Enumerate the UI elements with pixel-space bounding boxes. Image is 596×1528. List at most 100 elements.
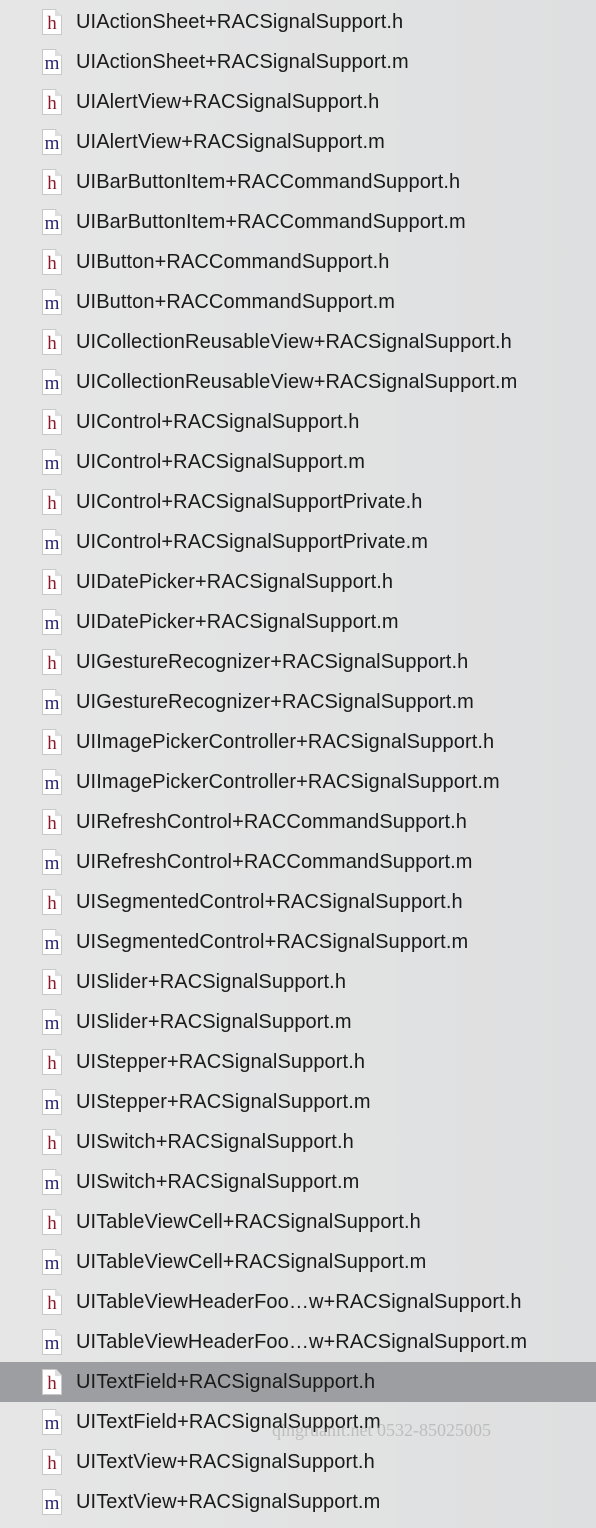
- header-file-icon: h: [42, 489, 62, 515]
- file-row[interactable]: h UITableViewCell+RACSignalSupport.h: [0, 1202, 596, 1242]
- file-row[interactable]: h UIStepper+RACSignalSupport.h: [0, 1042, 596, 1082]
- file-name: UIButton+RACCommandSupport.h: [76, 250, 390, 273]
- header-file-icon: h: [42, 1209, 62, 1235]
- file-name: UITextView+RACSignalSupport.m: [76, 1490, 381, 1513]
- implementation-file-icon: m: [42, 1249, 62, 1275]
- header-file-icon: h: [42, 9, 62, 35]
- file-row[interactable]: m UIRefreshControl+RACCommandSupport.m: [0, 842, 596, 882]
- file-row[interactable]: m UIStepper+RACSignalSupport.m: [0, 1082, 596, 1122]
- file-row[interactable]: m UISegmentedControl+RACSignalSupport.m: [0, 922, 596, 962]
- header-file-icon: h: [42, 249, 62, 275]
- file-row[interactable]: m UIControl+RACSignalSupport.m: [0, 442, 596, 482]
- implementation-file-icon: m: [42, 1009, 62, 1035]
- file-row[interactable]: h UIRefreshControl+RACCommandSupport.h: [0, 802, 596, 842]
- file-row[interactable]: m UICollectionReusableView+RACSignalSuppo…: [0, 362, 596, 402]
- file-name: UIRefreshControl+RACCommandSupport.m: [76, 850, 473, 873]
- file-name: UISegmentedControl+RACSignalSupport.h: [76, 890, 463, 913]
- header-file-icon: h: [42, 1049, 62, 1075]
- header-file-icon: h: [42, 169, 62, 195]
- file-name: UIGestureRecognizer+RACSignalSupport.h: [76, 650, 469, 673]
- file-name: UIActionSheet+RACSignalSupport.h: [76, 10, 404, 33]
- file-row[interactable]: m UITextView+RACSignalSupport.m: [0, 1482, 596, 1522]
- file-row[interactable]: h UISlider+RACSignalSupport.h: [0, 962, 596, 1002]
- file-name: UITextView+RACSignalSupport.h: [76, 1450, 375, 1473]
- header-file-icon: h: [42, 729, 62, 755]
- implementation-file-icon: m: [42, 1089, 62, 1115]
- file-name: UIControl+RACSignalSupport.h: [76, 410, 360, 433]
- file-name: UISlider+RACSignalSupport.h: [76, 970, 347, 993]
- file-name: UITableViewHeaderFoo…w+RACSignalSupport.…: [76, 1330, 528, 1353]
- file-row[interactable]: m UISlider+RACSignalSupport.m: [0, 1002, 596, 1042]
- implementation-file-icon: m: [42, 49, 62, 75]
- file-row[interactable]: h UIGestureRecognizer+RACSignalSupport.h: [0, 642, 596, 682]
- file-name: UISwitch+RACSignalSupport.h: [76, 1130, 354, 1153]
- header-file-icon: h: [42, 329, 62, 355]
- file-row[interactable]: m UIImagePickerController+RACSignalSuppor…: [0, 762, 596, 802]
- file-row[interactable]: m UIGestureRecognizer+RACSignalSupport.m: [0, 682, 596, 722]
- implementation-file-icon: m: [42, 1329, 62, 1355]
- file-row[interactable]: h UIControl+RACSignalSupport.h: [0, 402, 596, 442]
- file-row[interactable]: h UIControl+RACSignalSupportPrivate.h: [0, 482, 596, 522]
- file-name: UISegmentedControl+RACSignalSupport.m: [76, 930, 469, 953]
- file-row[interactable]: m UITableViewCell+RACSignalSupport.m: [0, 1242, 596, 1282]
- file-name: UITableViewCell+RACSignalSupport.h: [76, 1210, 421, 1233]
- file-name: UIControl+RACSignalSupportPrivate.m: [76, 530, 428, 553]
- file-row[interactable]: h UICollectionReusableView+RACSignalSuppo…: [0, 322, 596, 362]
- header-file-icon: h: [42, 1129, 62, 1155]
- file-name: UIActionSheet+RACSignalSupport.m: [76, 50, 409, 73]
- file-row[interactable]: h UIBarButtonItem+RACCommandSupport.h: [0, 162, 596, 202]
- file-row[interactable]: m UIBarButtonItem+RACCommandSupport.m: [0, 202, 596, 242]
- header-file-icon: h: [42, 969, 62, 995]
- file-row[interactable]: m UIControl+RACSignalSupportPrivate.m: [0, 522, 596, 562]
- header-file-icon: h: [42, 1449, 62, 1475]
- implementation-file-icon: m: [42, 1169, 62, 1195]
- header-file-icon: h: [42, 89, 62, 115]
- implementation-file-icon: m: [42, 1489, 62, 1515]
- file-row[interactable]: h UIDatePicker+RACSignalSupport.h: [0, 562, 596, 602]
- file-row[interactable]: h UISegmentedControl+RACSignalSupport.h: [0, 882, 596, 922]
- implementation-file-icon: m: [42, 1409, 62, 1435]
- implementation-file-icon: m: [42, 449, 62, 475]
- file-name: UIControl+RACSignalSupportPrivate.h: [76, 490, 423, 513]
- file-row[interactable]: m UIActionSheet+RACSignalSupport.m: [0, 42, 596, 82]
- watermark: qingruanit.net 0532-85025005: [272, 1420, 491, 1440]
- file-row[interactable]: h UITextField+RACSignalSupport.h: [0, 1362, 596, 1402]
- implementation-file-icon: m: [42, 289, 62, 315]
- file-name: UIBarButtonItem+RACCommandSupport.h: [76, 170, 461, 193]
- file-row[interactable]: m UIAlertView+RACSignalSupport.m: [0, 122, 596, 162]
- file-row[interactable]: m UIDatePicker+RACSignalSupport.m: [0, 602, 596, 642]
- file-row[interactable]: m UITableViewHeaderFoo…w+RACSignalSupport…: [0, 1322, 596, 1362]
- file-row[interactable]: h UIImagePickerController+RACSignalSuppor…: [0, 722, 596, 762]
- file-name: UICollectionReusableView+RACSignalSuppor…: [76, 330, 512, 353]
- file-name: UIStepper+RACSignalSupport.m: [76, 1090, 371, 1113]
- file-name: UIDatePicker+RACSignalSupport.m: [76, 610, 399, 633]
- file-name: UISlider+RACSignalSupport.m: [76, 1010, 352, 1033]
- file-row[interactable]: h UISwitch+RACSignalSupport.h: [0, 1122, 596, 1162]
- implementation-file-icon: m: [42, 609, 62, 635]
- file-list: h UIActionSheet+RACSignalSupport.h m UIActi…: [0, 2, 596, 1522]
- file-name: UICollectionReusableView+RACSignalSuppor…: [76, 370, 518, 393]
- file-name: UIAlertView+RACSignalSupport.m: [76, 130, 385, 153]
- file-row[interactable]: h UIAlertView+RACSignalSupport.h: [0, 82, 596, 122]
- file-name: UIRefreshControl+RACCommandSupport.h: [76, 810, 467, 833]
- file-row[interactable]: h UITableViewHeaderFoo…w+RACSignalSupport…: [0, 1282, 596, 1322]
- implementation-file-icon: m: [42, 689, 62, 715]
- file-name: UITextField+RACSignalSupport.h: [76, 1370, 376, 1393]
- implementation-file-icon: m: [42, 929, 62, 955]
- file-name: UIBarButtonItem+RACCommandSupport.m: [76, 210, 466, 233]
- implementation-file-icon: m: [42, 769, 62, 795]
- header-file-icon: h: [42, 569, 62, 595]
- file-name: UIAlertView+RACSignalSupport.h: [76, 90, 380, 113]
- header-file-icon: h: [42, 1369, 62, 1395]
- implementation-file-icon: m: [42, 209, 62, 235]
- header-file-icon: h: [42, 1289, 62, 1315]
- file-row[interactable]: m UISwitch+RACSignalSupport.m: [0, 1162, 596, 1202]
- file-name: UITableViewCell+RACSignalSupport.m: [76, 1250, 427, 1273]
- implementation-file-icon: m: [42, 529, 62, 555]
- file-row[interactable]: m UIButton+RACCommandSupport.m: [0, 282, 596, 322]
- file-name: UIGestureRecognizer+RACSignalSupport.m: [76, 690, 474, 713]
- file-row[interactable]: h UIButton+RACCommandSupport.h: [0, 242, 596, 282]
- file-row[interactable]: h UITextView+RACSignalSupport.h: [0, 1442, 596, 1482]
- file-row[interactable]: h UIActionSheet+RACSignalSupport.h: [0, 2, 596, 42]
- file-name: UIImagePickerController+RACSignalSupport…: [76, 730, 495, 753]
